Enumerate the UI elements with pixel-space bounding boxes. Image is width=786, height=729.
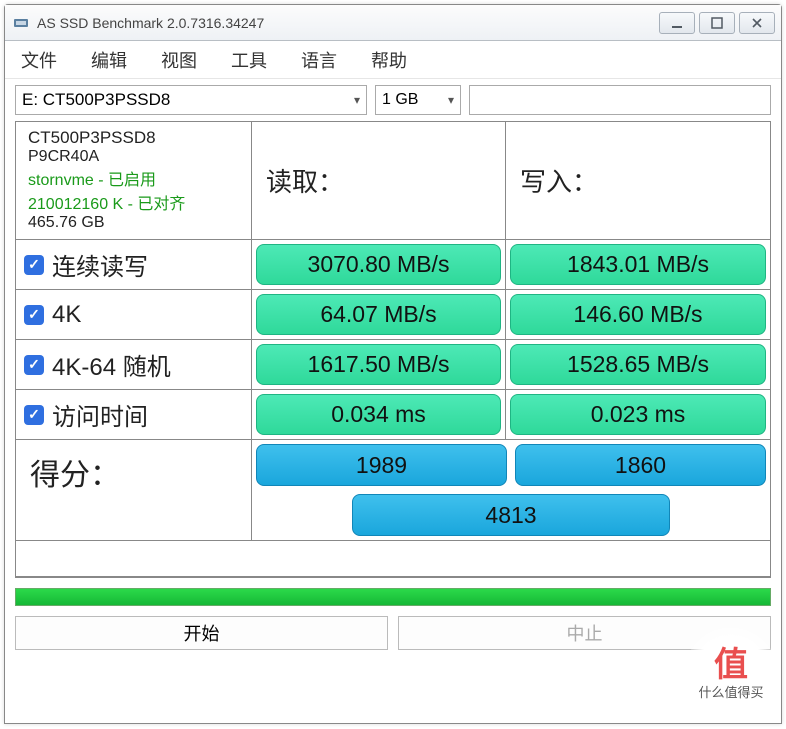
- 4k-read-value: 64.07 MB/s: [256, 294, 501, 335]
- score-read: 1989: [256, 444, 507, 486]
- checkbox-seq[interactable]: ✓: [24, 255, 44, 275]
- test-label: 4K-64 随机: [52, 347, 171, 382]
- score-label: 得分：: [16, 440, 252, 540]
- watermark: 值 什么值得买: [684, 627, 778, 721]
- test-row-access: ✓ 访问时间 0.034 ms 0.023 ms: [16, 390, 770, 440]
- header-read: 读取：: [252, 122, 506, 240]
- test-label: 连续读写: [52, 247, 148, 282]
- header-write: 写入：: [506, 122, 770, 240]
- score-total: 4813: [352, 494, 670, 536]
- size-select[interactable]: 1 GB ▾: [375, 85, 461, 115]
- 4k64-write-value: 1528.65 MB/s: [510, 344, 766, 385]
- test-row-seq: ✓ 连续读写 3070.80 MB/s 1843.01 MB/s: [16, 240, 770, 290]
- device-capacity: 465.76 GB: [28, 214, 105, 232]
- maximize-button[interactable]: [699, 12, 735, 34]
- minimize-button[interactable]: [659, 12, 695, 34]
- device-driver-status: stornvme - 已启用: [28, 166, 156, 190]
- window-buttons: [659, 12, 775, 34]
- test-label: 访问时间: [52, 397, 148, 432]
- titlebar: AS SSD Benchmark 2.0.7316.34247: [5, 5, 781, 41]
- menu-file[interactable]: 文件: [13, 43, 65, 77]
- menu-tools[interactable]: 工具: [223, 43, 275, 77]
- empty-row: [16, 541, 770, 577]
- test-row-4k64: ✓ 4K-64 随机 1617.50 MB/s 1528.65 MB/s: [16, 340, 770, 390]
- device-name: CT500P3PSSD8: [28, 128, 156, 148]
- watermark-logo: 值: [714, 648, 748, 682]
- device-firmware: P9CR40A: [28, 148, 99, 166]
- close-button[interactable]: [739, 12, 775, 34]
- size-select-value: 1 GB: [382, 91, 418, 109]
- device-alignment-status: 210012160 K - 已对齐: [28, 190, 185, 214]
- app-icon: [11, 13, 31, 33]
- menubar: 文件 编辑 视图 工具 语言 帮助: [5, 41, 781, 79]
- drive-select[interactable]: E: CT500P3PSSD8 ▾: [15, 85, 367, 115]
- window-title: AS SSD Benchmark 2.0.7316.34247: [37, 15, 659, 31]
- watermark-text: 什么值得买: [698, 682, 763, 701]
- score-write: 1860: [515, 444, 766, 486]
- device-info: CT500P3PSSD8 P9CR40A stornvme - 已启用 2100…: [16, 122, 252, 240]
- chevron-down-icon: ▾: [448, 93, 454, 107]
- seq-write-value: 1843.01 MB/s: [510, 244, 766, 285]
- app-window: AS SSD Benchmark 2.0.7316.34247 文件 编辑 视图…: [4, 4, 782, 724]
- chevron-down-icon: ▾: [354, 93, 360, 107]
- test-label: 4K: [52, 301, 81, 329]
- menu-edit[interactable]: 编辑: [83, 43, 135, 77]
- checkbox-access[interactable]: ✓: [24, 405, 44, 425]
- checkbox-4k64[interactable]: ✓: [24, 355, 44, 375]
- 4k-write-value: 146.60 MB/s: [510, 294, 766, 335]
- menu-help[interactable]: 帮助: [363, 43, 415, 77]
- 4k64-read-value: 1617.50 MB/s: [256, 344, 501, 385]
- results-grid: CT500P3PSSD8 P9CR40A stornvme - 已启用 2100…: [15, 121, 771, 578]
- access-read-value: 0.034 ms: [256, 394, 501, 435]
- test-row-4k: ✓ 4K 64.07 MB/s 146.60 MB/s: [16, 290, 770, 340]
- menu-view[interactable]: 视图: [153, 43, 205, 77]
- action-buttons: 开始 中止: [15, 616, 771, 650]
- drive-select-value: E: CT500P3PSSD8: [22, 90, 170, 110]
- progress-bar: [15, 588, 771, 606]
- seq-read-value: 3070.80 MB/s: [256, 244, 501, 285]
- access-write-value: 0.023 ms: [510, 394, 766, 435]
- toolbar: E: CT500P3PSSD8 ▾ 1 GB ▾: [5, 79, 781, 121]
- menu-language[interactable]: 语言: [293, 43, 345, 77]
- search-input[interactable]: [469, 85, 771, 115]
- score-row: 得分： 1989 1860 4813: [16, 440, 770, 541]
- start-button[interactable]: 开始: [15, 616, 388, 650]
- checkbox-4k[interactable]: ✓: [24, 305, 44, 325]
